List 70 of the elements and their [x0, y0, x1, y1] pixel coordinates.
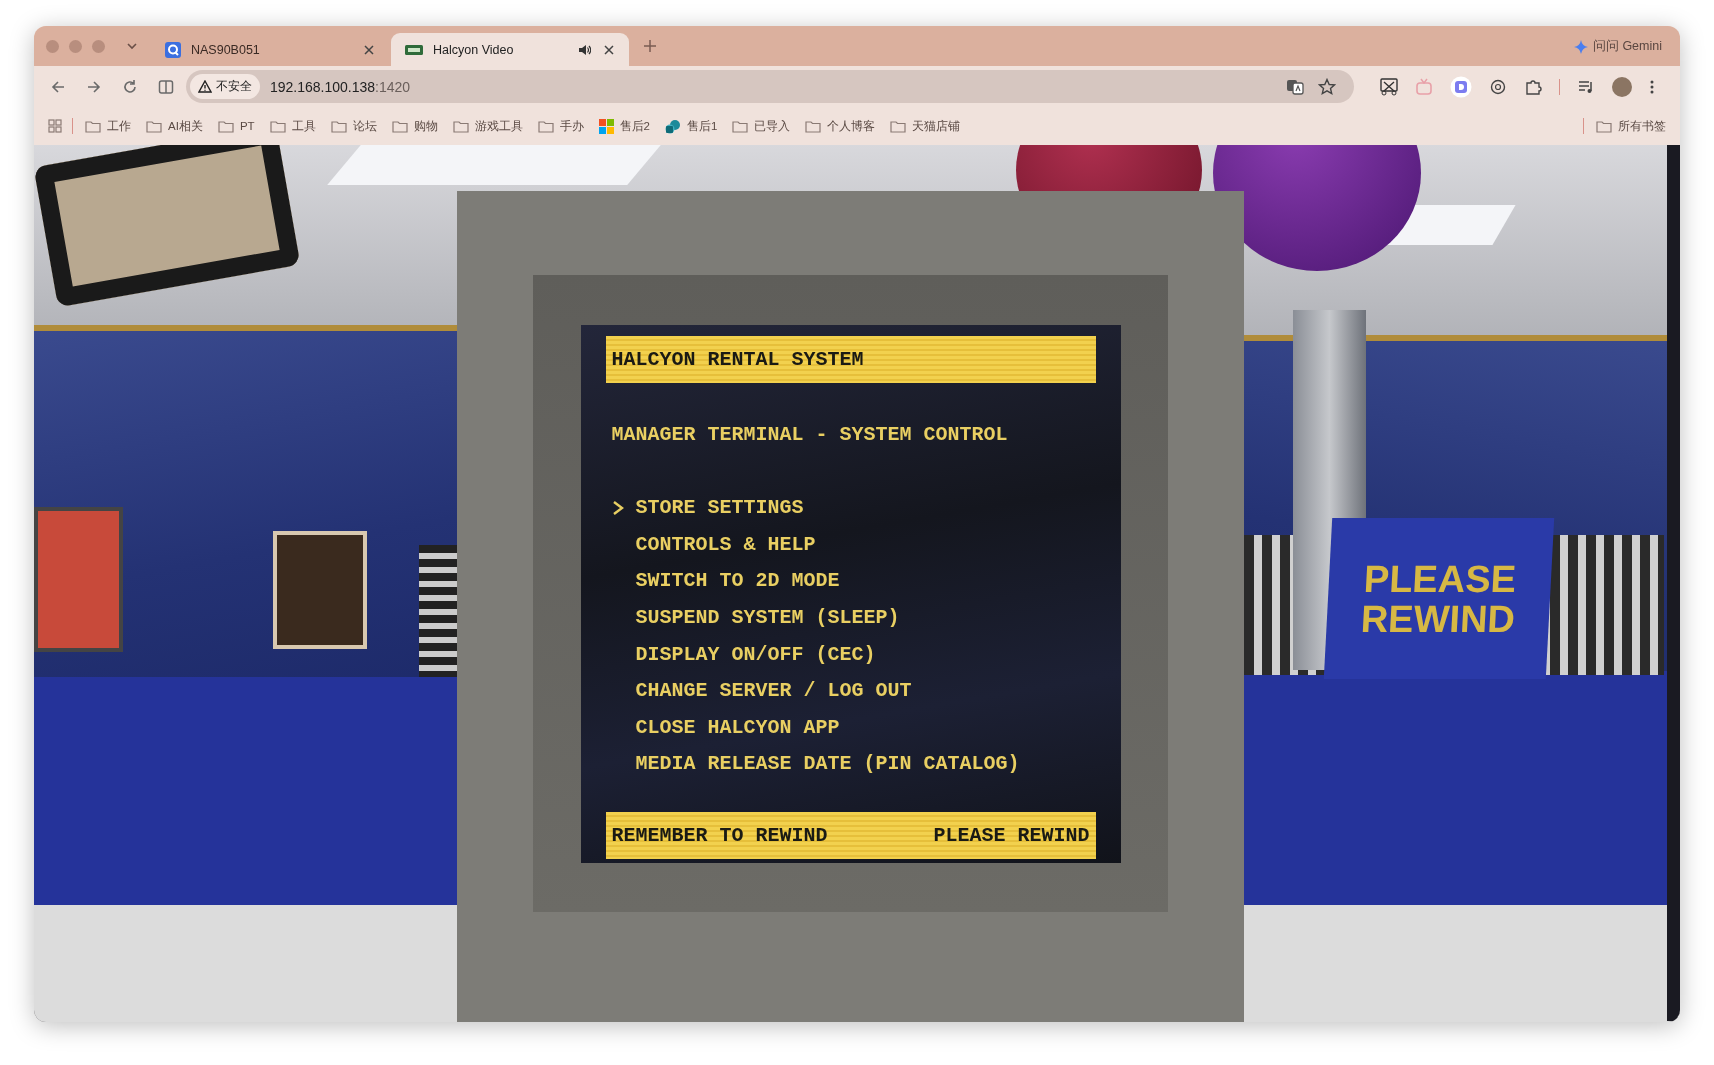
split-view-icon[interactable]	[158, 78, 174, 95]
security-chip[interactable]: 不安全	[190, 74, 260, 99]
browser-tab[interactable]: NAS90B051	[151, 33, 389, 66]
menu-item[interactable]: STORE SETTINGS	[605, 489, 1096, 527]
star-icon[interactable]	[1318, 77, 1336, 96]
browser-tab[interactable]: Halcyon Video	[391, 33, 629, 66]
scissors-icon[interactable]	[1380, 77, 1398, 96]
forward-arrow-icon[interactable]	[86, 78, 102, 95]
folder-icon	[217, 118, 234, 134]
bookmark[interactable]: 售后2	[598, 118, 650, 134]
plus-icon[interactable]	[643, 39, 657, 53]
footer-text: PLEASE REWIND	[933, 823, 1090, 847]
folder-icon	[330, 118, 347, 134]
tab-title: NAS90B051	[191, 42, 261, 57]
bookmark[interactable]: 论坛	[330, 118, 377, 134]
bookmark[interactable]: 售后1	[665, 118, 718, 134]
bookmark[interactable]: 工作	[85, 118, 131, 134]
puzzle-icon[interactable]	[1524, 77, 1542, 96]
folder-icon	[269, 118, 286, 134]
menu-item[interactable]: SWITCH TO 2D MODE	[605, 562, 1096, 600]
cloud-icon	[665, 118, 681, 134]
sparkle-icon	[1573, 39, 1588, 54]
folder-icon	[391, 118, 408, 134]
folder-icon	[1596, 118, 1612, 134]
apps-grid-icon[interactable]	[48, 119, 62, 133]
terminal-title: HALCYON RENTAL SYSTEM	[611, 347, 864, 371]
folder-icon	[85, 118, 101, 134]
translate-icon[interactable]	[1286, 77, 1304, 96]
warning-icon	[198, 80, 212, 93]
extension-badge-icon[interactable]	[1450, 75, 1472, 98]
folder-icon	[732, 118, 749, 134]
bookmark[interactable]: 个人博客	[805, 118, 876, 134]
bookmark[interactable]: AI相关	[146, 118, 203, 134]
url-text: 192.168.100.138:1420	[270, 78, 411, 95]
bookmark[interactable]: 购物	[391, 118, 438, 134]
tiles-icon	[598, 118, 614, 134]
terminal-subtitle: MANAGER TERMINAL - SYSTEM CONTROL	[611, 422, 1009, 446]
folder-icon	[537, 118, 554, 134]
sign-text: PLEASE	[1363, 559, 1518, 598]
folder-icon	[452, 118, 469, 134]
all-bookmarks[interactable]: 所有书签	[1596, 118, 1666, 134]
avatar[interactable]	[1612, 76, 1632, 97]
gemini-button[interactable]: 问问 Gemini	[1573, 38, 1662, 55]
speaker-icon[interactable]	[577, 42, 591, 57]
sign-text: REWIND	[1359, 599, 1516, 638]
address-bar[interactable]: 不安全 192.168.100.138:1420	[186, 70, 1354, 103]
tab-title: Halcyon Video	[433, 42, 515, 57]
bookmark[interactable]: 天猫店铺	[890, 118, 961, 134]
bookmark[interactable]: 工具	[269, 118, 316, 134]
close-icon[interactable]	[603, 43, 615, 56]
reload-icon[interactable]	[122, 78, 138, 95]
app-logo-icon	[165, 41, 181, 58]
folder-icon	[146, 118, 162, 134]
more-menu-icon[interactable]	[1649, 78, 1655, 95]
menu-item[interactable]: MEDIA RELEASE DATE (PIN CATALOG)	[605, 745, 1096, 783]
menu-item[interactable]: SUSPEND SYSTEM (SLEEP)	[605, 599, 1096, 636]
back-arrow-icon[interactable]	[50, 78, 66, 95]
bookmark[interactable]: PT	[217, 118, 255, 134]
bookmark[interactable]: 已导入	[732, 118, 791, 134]
close-icon[interactable]	[363, 43, 375, 56]
menu-item[interactable]: DISPLAY ON/OFF (CEC)	[605, 635, 1096, 673]
menu-item[interactable]: CLOSE HALCYON APP	[605, 709, 1096, 746]
bookmark[interactable]: 游戏工具	[452, 118, 523, 134]
menu-item[interactable]: CHANGE SERVER / LOG OUT	[605, 672, 1096, 710]
footer-text: REMEMBER TO REWIND	[611, 823, 828, 847]
menu-item[interactable]: CONTROLS & HELP	[605, 526, 1096, 563]
bookmark[interactable]: 手办	[537, 118, 584, 134]
folder-icon	[805, 118, 822, 134]
video-tape-icon	[405, 43, 423, 56]
folder-icon	[890, 118, 907, 134]
